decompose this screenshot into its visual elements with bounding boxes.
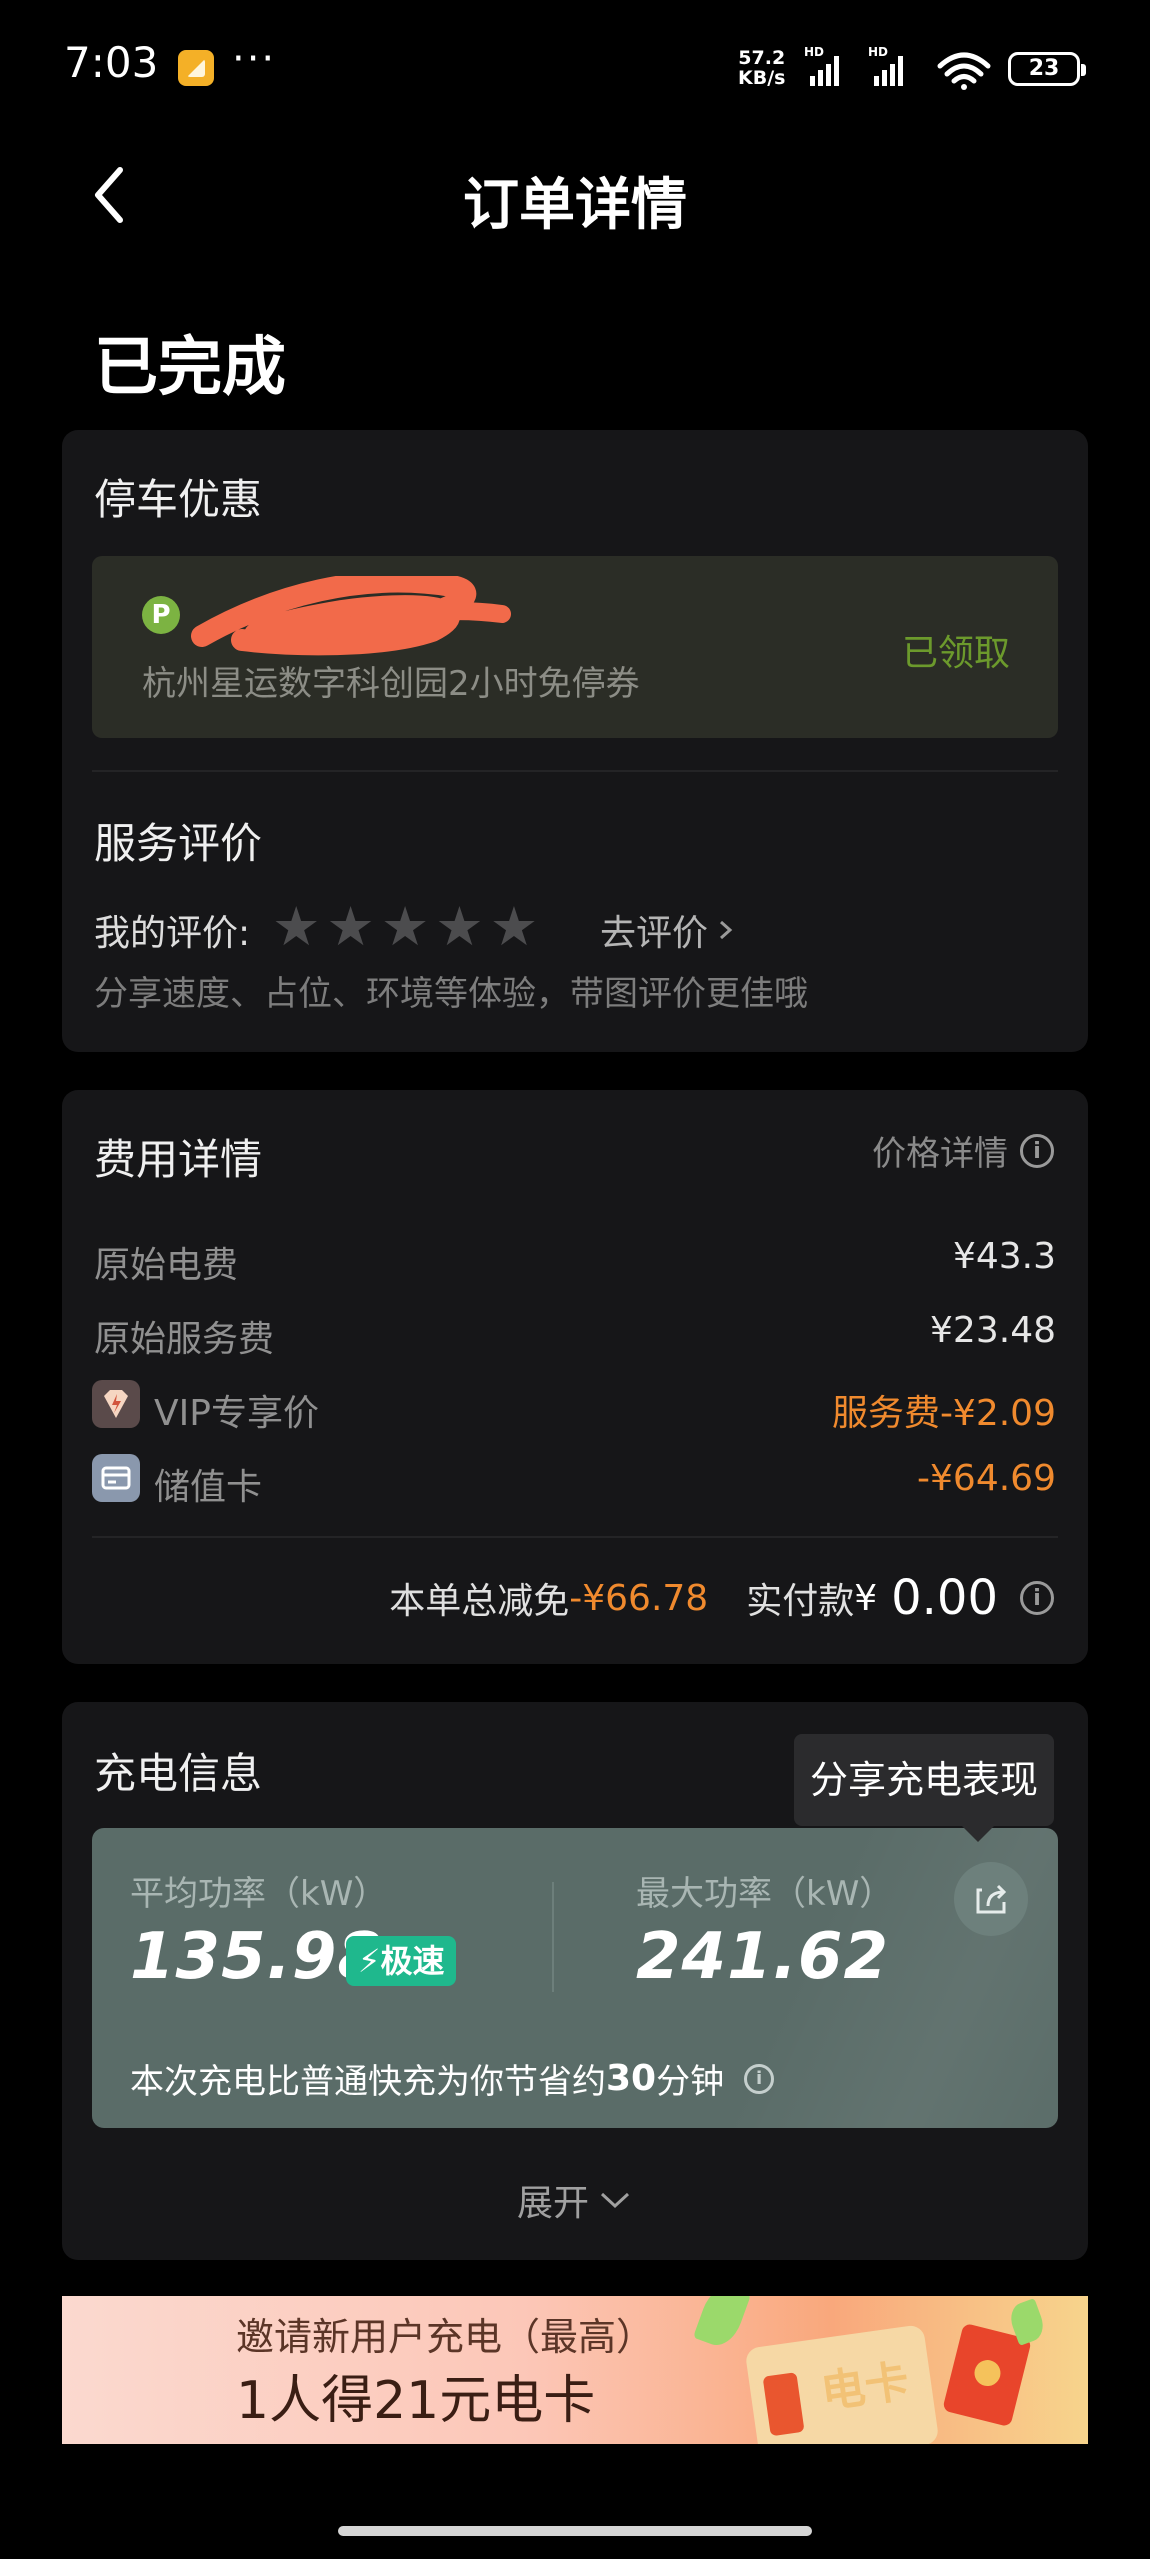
lightning-icon: ⚡ (358, 1942, 381, 1980)
paid-amount: 0.00 (891, 1570, 998, 1626)
rating-section-title: 服务评价 (94, 819, 263, 868)
vip-diamond-icon (92, 1380, 140, 1428)
total-discount-value: -¥66.78 (569, 1577, 709, 1619)
network-speed: 57.2 KB/s (738, 48, 785, 88)
stored-value-card-label: 储值卡 (154, 1467, 263, 1508)
parking-description: 杭州星运数字科创园2小时免停券 (142, 664, 640, 704)
max-power-value: 241.62 (636, 1920, 889, 1994)
info-icon[interactable]: i (1020, 1581, 1054, 1615)
price-detail-label: 价格详情 (872, 1134, 1008, 1174)
speed-badge-label: 极速 (380, 1942, 445, 1980)
info-icon[interactable]: i (744, 2063, 775, 2094)
redaction-scribble (191, 576, 511, 656)
parking-claimed-status: 已领取 (901, 633, 1010, 674)
paid-currency: ¥ (854, 1577, 878, 1619)
e-card-illustration: 电卡 (744, 2324, 940, 2444)
rating-hint: 分享速度、占位、环境等体验，带图评价更佳哦 (94, 974, 808, 1014)
electricity-fee-value: ¥43.3 (952, 1236, 1056, 1277)
fee-section-title: 费用详情 (94, 1135, 263, 1184)
stored-value-card-icon (92, 1454, 140, 1502)
my-rating-label: 我的评价: (94, 913, 251, 954)
star-icon[interactable]: ★ (326, 900, 374, 954)
stored-value-card-value: -¥64.69 (917, 1458, 1056, 1499)
banner-line1: 邀请新用户充电（最高） (236, 2315, 655, 2359)
notification-app-icon (178, 50, 214, 86)
share-button[interactable] (954, 1862, 1028, 1936)
divider (92, 770, 1058, 772)
star-icon[interactable]: ★ (435, 900, 483, 954)
page-title: 订单详情 (463, 173, 687, 238)
max-power-label: 最大功率（kW） (636, 1874, 894, 1914)
svg-text:HD: HD (804, 45, 824, 59)
wifi-icon (937, 52, 991, 90)
chevron-down-icon (600, 2192, 630, 2209)
parking-coupon[interactable]: P 杭州星运数字科创园2小时免停券 已领取 (92, 556, 1058, 738)
more-notifications-icon: ··· (232, 36, 277, 82)
fee-card: 费用详情 价格详情 i 原始电费 ¥43.3 原始服务费 ¥23.48 VIP专… (62, 1090, 1088, 1664)
network-speed-value: 57.2 (738, 47, 786, 69)
parking-p-icon: P (142, 596, 180, 634)
avg-power-label: 平均功率（kW） (130, 1874, 388, 1914)
leaf-decoration (692, 2296, 752, 2352)
metric-divider (552, 1882, 554, 1992)
parking-rating-card: 停车优惠 P 杭州星运数字科创园2小时免停券 已领取 服务评价 我的评价: ★ … (62, 430, 1088, 1052)
service-fee-value: ¥23.48 (930, 1310, 1056, 1351)
go-rate-link[interactable]: 去评价 (600, 904, 738, 956)
rating-stars[interactable]: ★ ★ ★ ★ ★ (272, 900, 538, 954)
service-fee-label: 原始服务费 (94, 1319, 275, 1360)
e-card-text: 电卡 (817, 2355, 913, 2419)
network-speed-unit: KB/s (738, 67, 786, 89)
total-discount-label: 本单总减免 (389, 1581, 570, 1622)
fee-summary: 本单总减免 -¥66.78 实付款 ¥ 0.00 i (389, 1570, 1054, 1626)
electricity-fee-label: 原始电费 (94, 1245, 239, 1286)
saving-prefix: 本次充电比普通快充为你节省约 (130, 2062, 606, 2102)
svg-text:HD: HD (868, 45, 888, 59)
speed-badge: ⚡极速 (346, 1936, 457, 1986)
status-time: 7:03 (64, 38, 159, 87)
paid-label: 实付款 (746, 1581, 855, 1622)
signal-wifi-icons: HD HD (804, 45, 991, 90)
signal-icon-2: HD (868, 45, 903, 86)
star-icon[interactable]: ★ (272, 900, 320, 954)
signal-icon-1: HD (804, 45, 839, 86)
vip-price-label: VIP专享价 (154, 1393, 319, 1434)
saving-text: 本次充电比普通快充为你节省约 30 分钟 i (130, 2054, 775, 2103)
expand-label: 展开 (516, 2183, 589, 2224)
charging-section-title: 充电信息 (94, 1749, 263, 1798)
saving-minutes: 30 (606, 2058, 657, 2099)
info-icon: i (1020, 1133, 1054, 1168)
share-tooltip[interactable]: 分享充电表现 (794, 1734, 1055, 1842)
battery-icon: 23 (1008, 52, 1086, 86)
banner-line2: 1人得21元电卡 (236, 2371, 596, 2431)
go-rate-label: 去评价 (600, 913, 709, 954)
vip-price-value: 服务费-¥2.09 (831, 1393, 1056, 1434)
parking-section-title: 停车优惠 (94, 475, 263, 524)
share-icon (976, 1884, 1007, 1914)
expand-button[interactable]: 展开 (62, 2174, 1088, 2226)
saving-suffix: 分钟 (656, 2062, 725, 2102)
invite-banner[interactable]: 邀请新用户充电（最高） 1人得21元电卡 电卡 (62, 2296, 1088, 2444)
divider (92, 1536, 1058, 1538)
star-icon[interactable]: ★ (381, 900, 429, 954)
home-indicator[interactable] (338, 2526, 812, 2536)
chevron-right-icon (720, 920, 733, 940)
order-status: 已完成 (94, 331, 286, 405)
charging-performance-box: 平均功率（kW） 135.98 ⚡极速 最大功率（kW） 241.62 本次充电… (92, 1828, 1058, 2128)
price-detail-link[interactable]: 价格详情 i (872, 1126, 1054, 1175)
star-icon[interactable]: ★ (490, 900, 538, 954)
